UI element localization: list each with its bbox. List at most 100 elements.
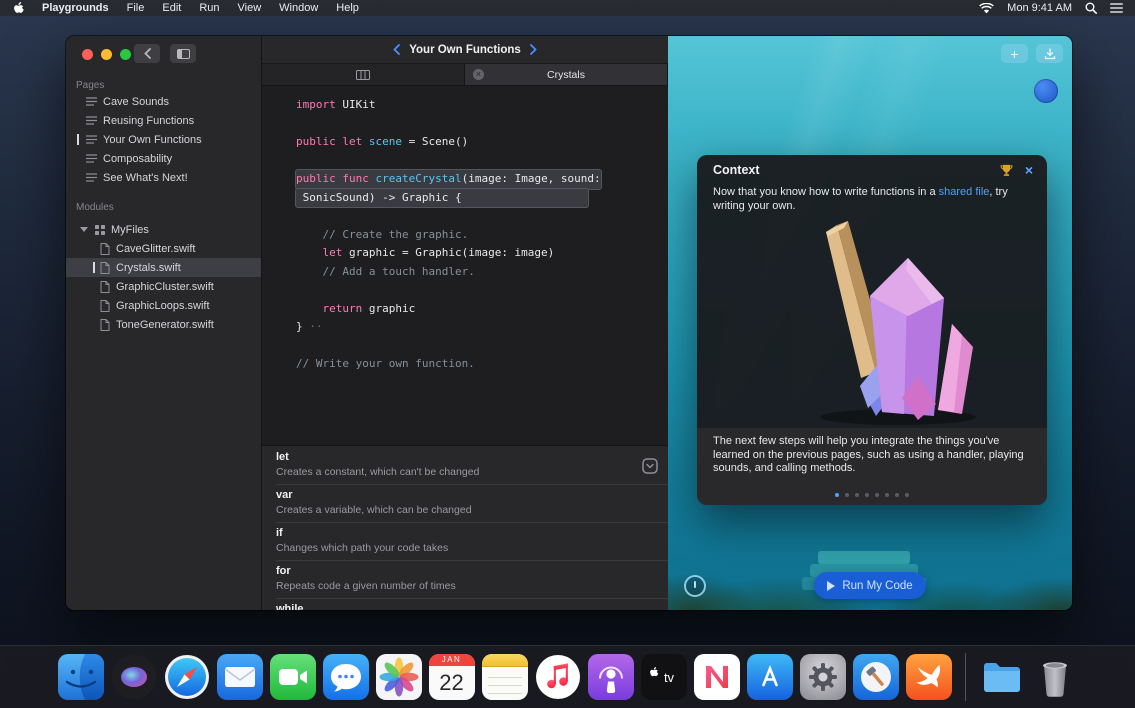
page-dot[interactable] — [865, 493, 870, 498]
code-line[interactable] — [296, 337, 668, 356]
snippet-for[interactable]: forRepeats code a given number of times — [262, 560, 668, 598]
menubar: Playgrounds FileEditRunViewWindowHelp Mo… — [0, 0, 1135, 16]
dock-system-preferences[interactable] — [800, 654, 846, 700]
sidebar-page-cave-sounds[interactable]: Cave Sounds — [66, 92, 261, 111]
page-back-button[interactable] — [393, 44, 400, 55]
dock-messages[interactable] — [323, 654, 369, 700]
expand-snippets-button[interactable] — [642, 458, 658, 474]
code-line[interactable]: public let scene = Scene() — [296, 133, 668, 152]
sidebar-page-see-what-s-next[interactable]: See What's Next! — [66, 168, 261, 187]
page-dot[interactable] — [855, 493, 860, 498]
code-line[interactable]: // Write your own function. — [296, 355, 668, 374]
code-line[interactable] — [296, 152, 668, 171]
dock-divider — [965, 653, 966, 701]
snippet-var[interactable]: varCreates a variable, which can be chan… — [262, 484, 668, 522]
chevron-left-icon — [393, 44, 400, 55]
dock-siri[interactable] — [111, 654, 157, 700]
sidebar-file-crystals-swift[interactable]: Crystals.swift — [66, 258, 261, 277]
code-line[interactable]: SonicSound) -> Graphic { — [296, 189, 668, 208]
code-line[interactable] — [296, 115, 668, 134]
dock-downloads-folder[interactable] — [979, 654, 1025, 700]
back-button[interactable] — [134, 44, 160, 63]
spotlight-search-icon[interactable] — [1085, 2, 1097, 14]
tab-crystals[interactable]: × Crystals — [465, 64, 668, 85]
sidebar-page-your-own-functions[interactable]: Your Own Functions — [66, 130, 261, 149]
wifi-icon[interactable] — [979, 3, 994, 14]
page-forward-button[interactable] — [530, 44, 537, 55]
menu-run[interactable]: Run — [190, 2, 228, 14]
tab-main[interactable] — [262, 64, 465, 85]
dock-notes[interactable] — [482, 654, 528, 700]
toggle-sidebar-button[interactable] — [170, 44, 196, 63]
menu-window[interactable]: Window — [270, 2, 327, 14]
shared-file-link[interactable]: shared file — [939, 186, 990, 198]
page-dots — [697, 493, 1047, 498]
dock-podcasts[interactable] — [588, 654, 634, 700]
apple-menu[interactable] — [12, 2, 33, 15]
capture-button[interactable] — [1036, 44, 1063, 63]
run-speed-button[interactable] — [684, 575, 706, 597]
dock-calendar[interactable]: JAN22 — [429, 654, 475, 700]
sidebar-file-graphicloops-swift[interactable]: GraphicLoops.swift — [66, 296, 261, 315]
dock-facetime[interactable] — [270, 654, 316, 700]
calendar-month: JAN — [429, 654, 475, 666]
sidebar-module-group-myfiles[interactable]: MyFiles — [66, 220, 261, 239]
sidebar-file-caveglitter-swift[interactable]: CaveGlitter.swift — [66, 239, 261, 258]
disclosure-triangle-icon[interactable] — [80, 227, 88, 232]
code-line[interactable]: // Create the graphic. — [296, 226, 668, 245]
close-window-button[interactable] — [82, 49, 93, 60]
code-line[interactable]: import UIKit — [296, 96, 668, 115]
sidebar-page-composability[interactable]: Composability — [66, 149, 261, 168]
page-dot[interactable] — [875, 493, 880, 498]
zoom-window-button[interactable] — [120, 49, 131, 60]
add-button[interactable]: + — [1001, 44, 1028, 63]
sidebar-page-reusing-functions[interactable]: Reusing Functions — [66, 111, 261, 130]
snippet-keyword: for — [276, 565, 628, 577]
notification-center-icon[interactable] — [1110, 3, 1123, 13]
close-tab-icon[interactable]: × — [473, 69, 484, 80]
menubar-clock[interactable]: Mon 9:41 AM — [1007, 2, 1072, 14]
dock-trash[interactable] — [1032, 654, 1078, 700]
code-line[interactable]: return graphic — [296, 300, 668, 319]
menu-help[interactable]: Help — [327, 2, 368, 14]
menu-edit[interactable]: Edit — [153, 2, 190, 14]
character-avatar-button[interactable] — [1034, 79, 1058, 103]
page-dot[interactable] — [895, 493, 900, 498]
sidebar-file-tonegenerator-swift[interactable]: ToneGenerator.swift — [66, 315, 261, 334]
snippet-while[interactable]: while — [262, 598, 668, 610]
dock-playgrounds[interactable] — [906, 654, 952, 700]
dock-apple-tv[interactable]: tv — [641, 654, 687, 700]
dock-xcode[interactable] — [853, 654, 899, 700]
editor-pane: Your Own Functions × Crystals import UIK… — [262, 36, 668, 610]
minimize-window-button[interactable] — [101, 49, 112, 60]
code-area[interactable]: import UIKit public let scene = Scene() pu… — [262, 86, 668, 445]
page-dot[interactable] — [845, 493, 850, 498]
swift-file-icon — [100, 243, 110, 255]
dock-news[interactable] — [694, 654, 740, 700]
page-dot[interactable] — [885, 493, 890, 498]
code-line[interactable]: public func createCrystal(image: Image, … — [296, 170, 668, 189]
code-line[interactable]: let graphic = Graphic(image: image) — [296, 244, 668, 263]
menu-file[interactable]: File — [118, 2, 154, 14]
dock-music[interactable] — [535, 654, 581, 700]
code-line[interactable] — [296, 281, 668, 300]
trophy-icon[interactable] — [1000, 164, 1013, 177]
dock-finder[interactable] — [58, 654, 104, 700]
page-icon — [86, 154, 97, 163]
dock-photos[interactable] — [376, 654, 422, 700]
code-line[interactable] — [296, 207, 668, 226]
close-icon[interactable]: × — [1025, 164, 1033, 177]
code-line[interactable]: } ·· — [296, 318, 668, 337]
snippet-if[interactable]: ifChanges which path your code takes — [262, 522, 668, 560]
dock-app-store[interactable] — [747, 654, 793, 700]
dock-safari[interactable] — [164, 654, 210, 700]
sidebar-file-graphiccluster-swift[interactable]: GraphicCluster.swift — [66, 277, 261, 296]
run-my-code-button[interactable]: Run My Code — [814, 572, 926, 599]
code-line[interactable]: // Add a touch handler. — [296, 263, 668, 282]
page-dot[interactable] — [835, 493, 840, 498]
snippet-let[interactable]: letCreates a constant, which can't be ch… — [262, 446, 668, 484]
menu-view[interactable]: View — [229, 2, 271, 14]
dock-mail[interactable] — [217, 654, 263, 700]
page-dot[interactable] — [905, 493, 910, 498]
app-menu-title[interactable]: Playgrounds — [33, 2, 118, 14]
